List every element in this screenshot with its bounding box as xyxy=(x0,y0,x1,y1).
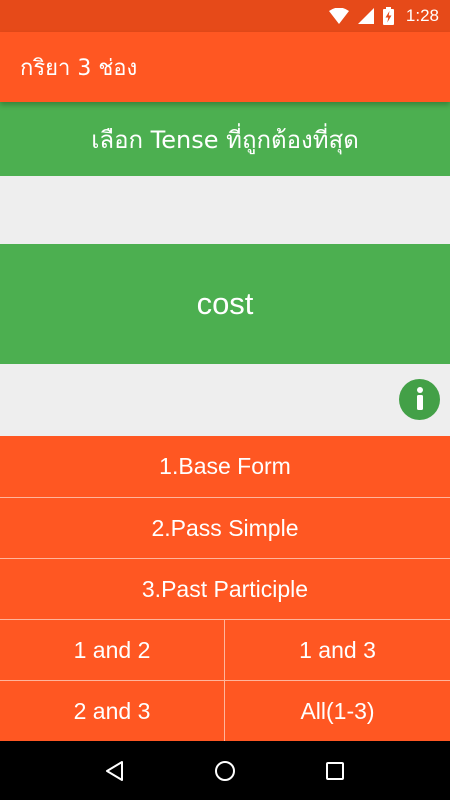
option-base-form-button[interactable]: 1.Base Form xyxy=(0,436,450,497)
option-all-button[interactable]: All(1-3) xyxy=(225,680,450,741)
option-1-and-3-button[interactable]: 1 and 3 xyxy=(225,619,450,680)
battery-charging-icon xyxy=(382,7,394,25)
wifi-icon xyxy=(328,8,349,24)
spacer-info xyxy=(0,364,450,436)
info-button[interactable] xyxy=(399,379,440,420)
option-1-and-2-button[interactable]: 1 and 2 xyxy=(0,619,225,680)
option-2-and-3-button[interactable]: 2 and 3 xyxy=(0,680,225,741)
quiz-word: cost xyxy=(0,244,450,364)
navigation-bar xyxy=(0,741,450,800)
cell-signal-icon xyxy=(357,8,374,24)
home-icon[interactable] xyxy=(205,751,245,791)
app-title: กริยา 3 ช่อง xyxy=(20,55,138,81)
status-bar: 1:28 xyxy=(0,0,450,32)
question-prompt: เลือก Tense ที่ถูกต้องที่สุด xyxy=(0,102,450,176)
app-bar: กริยา 3 ช่อง xyxy=(0,32,450,102)
status-time: 1:28 xyxy=(405,6,439,25)
answer-options: 1.Base Form 2.Pass Simple 3.Past Partici… xyxy=(0,436,450,741)
option-past-participle-button[interactable]: 3.Past Participle xyxy=(0,558,450,619)
back-icon[interactable] xyxy=(95,751,135,791)
recents-icon[interactable] xyxy=(315,751,355,791)
option-pass-simple-button[interactable]: 2.Pass Simple xyxy=(0,497,450,558)
spacer-top xyxy=(0,176,450,244)
info-icon xyxy=(415,386,425,414)
